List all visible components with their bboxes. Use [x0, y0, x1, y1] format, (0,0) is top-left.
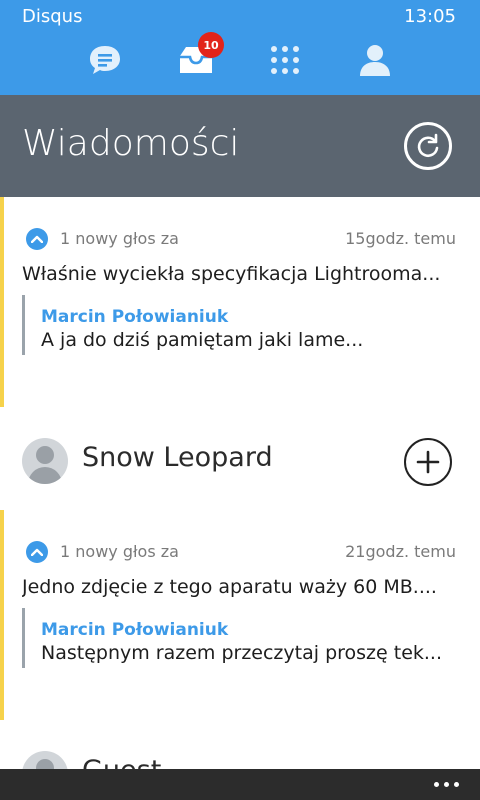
more-button[interactable]: [426, 773, 466, 795]
refresh-icon: [417, 133, 439, 158]
nav-apps-button[interactable]: [263, 40, 307, 80]
user-row[interactable]: Guest: [0, 720, 480, 769]
app-name: Disqus: [22, 6, 83, 27]
username: Snow Leopard: [82, 442, 273, 473]
thread-title: Jedno zdjęcie z tego aparatu waży 60 MB.…: [22, 576, 437, 598]
comment-quote: Marcin Połowianiuk A ja do dziś pamiętam…: [22, 295, 462, 355]
nav-messages-button[interactable]: [83, 40, 127, 80]
nav-profile-button[interactable]: [353, 40, 397, 80]
grid-icon: [271, 46, 299, 74]
inbox-badge: 10: [198, 32, 224, 58]
follow-button[interactable]: [404, 438, 452, 486]
quote-text: A ja do dziś pamiętam jaki lame...: [41, 329, 364, 351]
thread-title: Właśnie wyciekła specyfikacja Lightrooma…: [22, 263, 441, 285]
timestamp: 15godz. temu: [345, 229, 456, 248]
vote-text: 1 nowy głos za: [60, 229, 179, 248]
upvote-icon: [26, 228, 48, 250]
quote-author[interactable]: Marcin Połowianiuk: [41, 307, 462, 327]
avatar: [22, 438, 68, 484]
top-bar: Disqus 13:05 10: [0, 0, 480, 95]
refresh-button[interactable]: [404, 122, 452, 170]
notification-meta: 1 nowy głos za 21godz. temu: [26, 541, 456, 563]
plus-circle-icon: [416, 450, 440, 474]
list-item[interactable]: 1 nowy głos za 21godz. temu Jedno zdjęci…: [0, 510, 480, 720]
chat-bubble-icon: [90, 46, 120, 74]
ellipsis-icon: [433, 781, 439, 787]
timestamp: 21godz. temu: [345, 542, 456, 561]
quote-author[interactable]: Marcin Połowianiuk: [41, 620, 462, 640]
avatar: [22, 751, 68, 769]
list-item[interactable]: 1 nowy głos za 15godz. temu Właśnie wyci…: [0, 197, 480, 407]
upvote-icon: [26, 541, 48, 563]
page-header: Wiadomości: [0, 95, 480, 197]
page-title: Wiadomości: [22, 123, 240, 164]
messages-list[interactable]: 1 nowy głos za 15godz. temu Właśnie wyci…: [0, 197, 480, 769]
user-icon: [360, 45, 390, 76]
nav-inbox-button[interactable]: 10: [174, 32, 224, 80]
quote-text: Następnym razem przeczytaj proszę tek...: [41, 642, 443, 664]
user-row[interactable]: Snow Leopard: [0, 407, 480, 510]
app-bar: [0, 769, 480, 800]
vote-text: 1 nowy głos za: [60, 542, 179, 561]
comment-quote: Marcin Połowianiuk Następnym razem przec…: [22, 608, 462, 668]
clock: 13:05: [404, 6, 456, 27]
notification-meta: 1 nowy głos za 15godz. temu: [26, 228, 456, 250]
username: Guest: [82, 755, 161, 769]
